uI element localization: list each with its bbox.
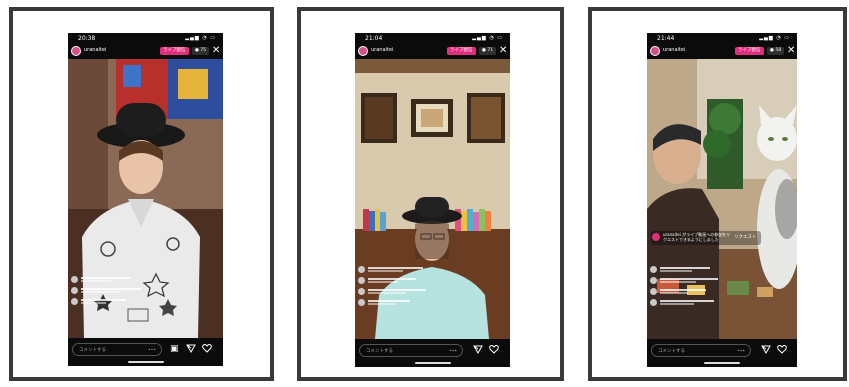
comment-row: [650, 288, 750, 296]
phone-screen-1: 20:38 ▂▄▆ ◔ ▭ uranaitei ライブ配信 ● 75 ✕ コメン…: [68, 33, 223, 366]
username[interactable]: uranaitei: [371, 47, 393, 53]
close-icon[interactable]: ✕: [499, 45, 507, 57]
comment-row: [650, 266, 750, 274]
status-icons: ▂▄▆ ◔ ▭: [759, 35, 790, 41]
live-badge: ライブ配信: [735, 47, 764, 55]
heart-icon[interactable]: [777, 344, 787, 358]
live-top-bar: uranaitei ライブ配信 ● 75 ✕: [68, 45, 223, 59]
more-icon[interactable]: •••: [148, 344, 156, 357]
status-bar: 21:04 ▂▄▆ ◔ ▭: [355, 33, 510, 44]
status-bar: 21:44 ▂▄▆ ◔ ▭: [647, 33, 797, 44]
comment-row: [650, 299, 750, 307]
live-video-1: [68, 59, 223, 338]
request-link[interactable]: リクエスト: [734, 234, 757, 240]
screenshot-frame-1: 20:38 ▂▄▆ ◔ ▭ uranaitei ライブ配信 ● 75 ✕ コメン…: [9, 7, 274, 381]
phone-screen-3: 21:44 ▂▄▆ ◔ ▭ uranaitei がライブ動画への参加をリクエスト…: [647, 33, 797, 367]
avatar[interactable]: [650, 46, 660, 56]
question-box-icon[interactable]: ▣: [170, 343, 179, 356]
username[interactable]: uranaitei: [663, 47, 685, 53]
viewer-count: ● 71: [479, 47, 497, 55]
status-icons: ▂▄▆ ◔ ▭: [472, 35, 503, 41]
comment-row: [358, 299, 458, 307]
comment-row: [358, 288, 458, 296]
comment-row: [358, 277, 458, 285]
screenshot-frame-3: 21:44 ▂▄▆ ◔ ▭ uranaitei がライブ動画への参加をリクエスト…: [588, 7, 847, 381]
live-bottom-bar: コメントする ••• ▣: [68, 338, 223, 366]
comment-placeholder: コメントする: [366, 349, 393, 354]
live-badge: ライブ配信: [447, 47, 476, 55]
status-bar: 20:38 ▂▄▆ ◔ ▭: [68, 33, 223, 44]
status-time: 21:44: [657, 35, 675, 42]
comment-row: [71, 276, 171, 284]
status-time: 21:04: [365, 35, 383, 42]
pinned-comment-text: uranaitei がライブ動画への参加をリクエストできるようにしました: [663, 232, 731, 242]
comment-row: [71, 287, 171, 295]
username[interactable]: uranaitei: [84, 47, 106, 53]
comment-row: [358, 266, 458, 274]
screenshot-frame-2: 21:04 ▂▄▆ ◔ ▭ uranaitei ライブ配信 ● 71 ✕ コメン…: [297, 7, 564, 381]
home-indicator: [704, 362, 740, 364]
close-icon[interactable]: ✕: [212, 45, 220, 57]
comment-input[interactable]: コメントする •••: [72, 343, 162, 356]
avatar[interactable]: [71, 46, 81, 56]
more-icon[interactable]: •••: [737, 345, 745, 358]
heart-icon[interactable]: [489, 344, 499, 358]
live-top-bar: uranaitei ライブ配信 ● 58 ✕: [647, 45, 797, 59]
comment-input[interactable]: コメントする •••: [651, 344, 751, 357]
comment-feed: [650, 263, 750, 307]
comment-row: [650, 277, 750, 285]
comment-placeholder: コメントする: [79, 348, 106, 353]
heart-icon[interactable]: [202, 343, 212, 357]
comment-placeholder: コメントする: [658, 349, 685, 354]
comment-row: [71, 298, 171, 306]
phone-screen-2: 21:04 ▂▄▆ ◔ ▭ uranaitei ライブ配信 ● 71 ✕ コメン…: [355, 33, 510, 367]
more-icon[interactable]: •••: [449, 345, 457, 358]
viewer-count: ● 75: [192, 47, 210, 55]
status-time: 20:38: [78, 35, 96, 42]
live-top-bar: uranaitei ライブ配信 ● 71 ✕: [355, 45, 510, 59]
send-icon[interactable]: [761, 344, 771, 358]
home-indicator: [127, 361, 164, 363]
home-indicator: [414, 362, 451, 364]
send-icon[interactable]: [186, 343, 196, 357]
viewer-count: ● 58: [767, 47, 785, 55]
live-bottom-bar: コメントする •••: [355, 339, 510, 367]
pinned-comment: uranaitei がライブ動画への参加をリクエストできるようにしました リクエ…: [651, 231, 761, 245]
comment-feed: [358, 263, 458, 307]
avatar[interactable]: [358, 46, 368, 56]
live-badge: ライブ配信: [160, 47, 189, 55]
live-bottom-bar: コメントする •••: [647, 339, 797, 367]
live-video-3: uranaitei がライブ動画への参加をリクエストできるようにしました リクエ…: [647, 59, 797, 339]
comment-input[interactable]: コメントする •••: [359, 344, 463, 357]
avatar: [652, 233, 660, 241]
send-icon[interactable]: [473, 344, 483, 358]
live-video-2: [355, 59, 510, 339]
comment-feed: [71, 273, 171, 306]
status-icons: ▂▄▆ ◔ ▭: [185, 35, 216, 41]
close-icon[interactable]: ✕: [787, 45, 795, 57]
